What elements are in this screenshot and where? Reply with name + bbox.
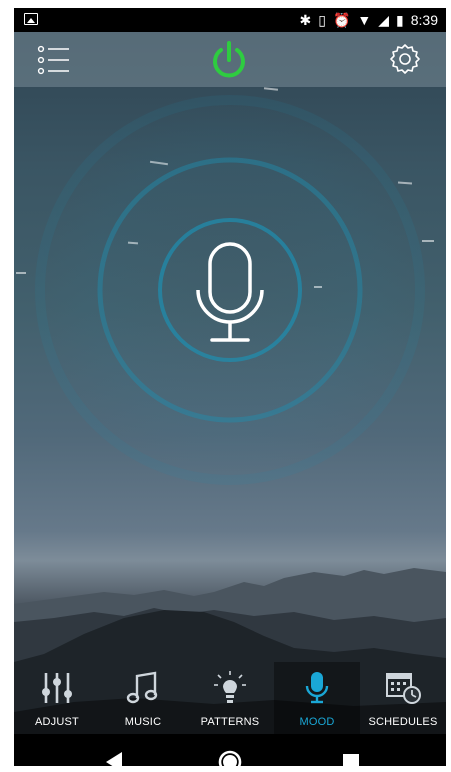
bottom-tab-bar: ADJUST MUSIC PATTERNS MOOD SCHEDULES: [14, 662, 446, 734]
android-nav-bar: [14, 734, 446, 766]
mood-scene: ADJUST MUSIC PATTERNS MOOD SCHEDULES: [14, 32, 446, 766]
back-triangle-icon: [106, 752, 122, 766]
back-button[interactable]: [98, 746, 132, 766]
gear-icon: [390, 44, 420, 74]
calendar-clock-icon: [386, 673, 421, 704]
image-icon: [24, 13, 38, 25]
music-note-icon: [126, 671, 158, 704]
tab-music[interactable]: MUSIC: [100, 662, 186, 734]
recents-button[interactable]: [334, 746, 368, 766]
power-icon: [213, 41, 245, 78]
alarm-icon: ⏰: [332, 12, 351, 28]
recents-square-icon: [343, 754, 359, 766]
home-button[interactable]: [213, 746, 247, 766]
tab-schedules[interactable]: SCHEDULES: [360, 662, 446, 734]
vibrate-icon: ▯: [318, 12, 326, 28]
mood-mic-area: [14, 92, 446, 532]
tab-label: PATTERNS: [200, 716, 260, 728]
app-screen: ✱ ▯ ⏰ ▼ ◢ ▮ 8:39 ADJUST MUSIC PATTERNS M…: [14, 8, 446, 766]
microphone-icon: [305, 672, 329, 704]
top-bar: [14, 32, 446, 87]
settings-button[interactable]: [389, 43, 421, 75]
signal-icon: ◢: [378, 12, 390, 28]
battery-icon: ▮: [396, 12, 404, 28]
menu-button[interactable]: [36, 44, 70, 76]
tab-adjust[interactable]: ADJUST: [14, 662, 100, 734]
home-circle-icon: [218, 750, 242, 766]
tab-patterns[interactable]: PATTERNS: [186, 662, 274, 734]
sliders-icon: [42, 673, 72, 703]
tab-label: ADJUST: [35, 716, 79, 728]
power-button[interactable]: [210, 41, 248, 79]
status-icons: ✱ ▯ ⏰ ▼ ◢ ▮ 8:39: [300, 11, 439, 29]
lightbulb-icon: [214, 671, 246, 703]
streak: [263, 87, 279, 91]
wifi-icon: ▼: [357, 12, 372, 28]
status-bar: ✱ ▯ ⏰ ▼ ◢ ▮ 8:39: [14, 8, 446, 32]
tab-label: SCHEDULES: [368, 716, 438, 728]
tab-label: MUSIC: [124, 716, 162, 728]
list-menu-icon: [37, 45, 69, 75]
tab-mood[interactable]: MOOD: [274, 662, 360, 734]
microphone-button[interactable]: [190, 240, 270, 350]
status-time: 8:39: [410, 12, 438, 28]
microphone-icon: [196, 242, 264, 342]
tab-label: MOOD: [299, 716, 335, 728]
bluetooth-icon: ✱: [299, 12, 312, 28]
